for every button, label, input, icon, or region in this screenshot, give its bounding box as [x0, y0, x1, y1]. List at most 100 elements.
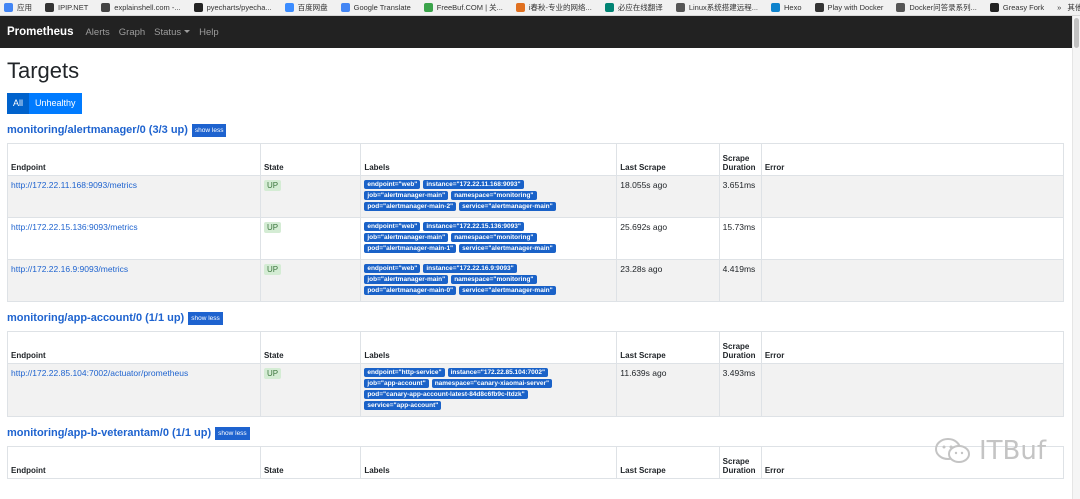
- nav-graph[interactable]: Graph: [119, 27, 145, 38]
- target-sections: monitoring/alertmanager/0 (3/3 up) show l…: [7, 123, 1065, 479]
- scrape-duration-cell: 4.419ms: [718, 259, 762, 302]
- label-badge: instance="172.22.16.9:9093": [423, 264, 517, 273]
- status-badge: UP: [263, 222, 282, 233]
- filter-unhealthy-button[interactable]: Unhealthy: [29, 93, 82, 114]
- github-icon: [193, 3, 203, 12]
- label-badge: endpoint="web": [364, 264, 421, 273]
- filter-all-button[interactable]: All: [7, 93, 30, 114]
- hexo-icon: [771, 3, 780, 12]
- other-bookmarks-folder[interactable]: 其他书签: [1067, 2, 1080, 13]
- baidu-icon: [284, 3, 294, 12]
- last-scrape-cell: 23.28s ago: [616, 259, 720, 302]
- endpoint-link[interactable]: http://172.22.85.104:7002/actuator/prome…: [11, 368, 188, 378]
- label-badge: service="app-account": [364, 401, 442, 410]
- column-header: Error: [760, 143, 1065, 176]
- bookmark-item[interactable]: IPIP.NET: [45, 3, 88, 12]
- nav-alerts[interactable]: Alerts: [85, 27, 109, 38]
- label-badge: service="alertmanager-main": [459, 244, 556, 253]
- endpoint-link[interactable]: http://172.22.15.136:9093/metrics: [11, 222, 138, 232]
- label-badge: namespace="monitoring": [451, 191, 537, 200]
- show-less-button[interactable]: show less: [215, 426, 250, 440]
- bookmark-item[interactable]: Greasy Fork: [989, 3, 1044, 12]
- last-scrape-cell: 18.055s ago: [616, 175, 720, 218]
- wechat-icon: [935, 438, 970, 463]
- show-less-button[interactable]: show less: [191, 123, 227, 137]
- labels-list: endpoint="http-service" instance="172.22.…: [364, 368, 604, 412]
- scrollbar-thumb[interactable]: [1074, 18, 1079, 48]
- bookmark-item[interactable]: Docker问答录系列...: [896, 2, 977, 13]
- show-less-button[interactable]: show less: [188, 311, 223, 325]
- label-badge: job="alertmanager-main": [364, 191, 449, 200]
- bookmark-item[interactable]: 百度网盘: [284, 2, 328, 13]
- labels-list: endpoint="web" instance="172.22.16.9:9093…: [364, 264, 604, 297]
- column-header: Endpoint: [7, 331, 261, 364]
- bookmark-label: explainshell.com -...: [114, 3, 181, 12]
- page-title: Targets: [7, 58, 80, 83]
- nav-status-dropdown[interactable]: Status: [154, 26, 191, 38]
- table-header-row: Endpoint State Labels Last Scrape Scrape Dur…: [7, 143, 1065, 176]
- column-header: Last Scrape: [616, 143, 720, 176]
- bookmark-label: Google Translate: [353, 3, 411, 12]
- section-title-link[interactable]: monitoring/app-account/0 (1/1 up): [7, 312, 184, 324]
- navbar: Prometheus Alerts Graph Status Help: [0, 16, 1080, 48]
- ichunqiu-icon: [515, 3, 525, 12]
- bookmark-label: 百度网盘: [297, 3, 328, 12]
- column-header: Endpoint: [7, 143, 261, 176]
- section-title-link[interactable]: monitoring/alertmanager/0 (3/3 up): [7, 124, 188, 136]
- bookmark-item[interactable]: 必应在线翻译: [604, 2, 663, 13]
- label-badge: instance="172.22.15.136:9093": [423, 222, 524, 231]
- brand-link[interactable]: Prometheus: [7, 26, 73, 38]
- table-row: http://172.22.11.168:9093/metrics UP endpo…: [7, 175, 1065, 218]
- label-badge: namespace="canary-xiaomai-server": [431, 379, 553, 388]
- bookmark-item[interactable]: 应用: [4, 2, 32, 13]
- bookmark-item[interactable]: i春秋-专业的网络...: [515, 2, 592, 13]
- status-badge: UP: [263, 180, 282, 191]
- greasyfork-icon: [989, 3, 999, 12]
- bookmark-label: i春秋-专业的网络...: [528, 3, 592, 12]
- bookmark-item[interactable]: FreeBuf.COM | 关...: [423, 2, 503, 13]
- column-header: Last Scrape: [616, 446, 720, 479]
- label-badge: namespace="monitoring": [451, 233, 537, 242]
- endpoint-link[interactable]: http://172.22.11.168:9093/metrics: [11, 180, 137, 190]
- column-header: Last Scrape: [616, 331, 720, 364]
- column-header: Endpoint: [7, 446, 261, 479]
- scrape-duration-cell: 3.651ms: [718, 175, 762, 218]
- last-scrape-cell: 11.639s ago: [616, 363, 720, 417]
- bookmark-item[interactable]: explainshell.com -...: [101, 3, 181, 12]
- error-cell: [760, 217, 1065, 260]
- section-header: monitoring/alertmanager/0 (3/3 up) show l…: [7, 123, 1064, 137]
- last-scrape-cell: 25.692s ago: [616, 217, 720, 260]
- bookmark-item[interactable]: pyecharts/pyecha...: [193, 3, 272, 12]
- targets-table: Endpoint State Labels Last Scrape Scrape Dur…: [7, 143, 1065, 302]
- label-badge: job="alertmanager-main": [364, 275, 449, 284]
- watermark-text: ITBuf: [979, 436, 1047, 466]
- nav-status-label: Status: [154, 26, 182, 38]
- bookmarks-more-button[interactable]: »: [1057, 3, 1061, 12]
- status-badge: UP: [263, 264, 282, 275]
- freebuf-icon: [423, 3, 433, 12]
- bookmark-item[interactable]: Play with Docker: [814, 3, 883, 12]
- doc-icon: [896, 3, 906, 12]
- endpoint-link[interactable]: http://172.22.16.9:9093/metrics: [11, 264, 128, 274]
- label-badge: service="alertmanager-main": [459, 202, 556, 211]
- linux-icon: [675, 3, 685, 12]
- bookmark-label: IPIP.NET: [58, 3, 89, 12]
- label-badge: endpoint="web": [364, 222, 421, 231]
- docker-icon: [814, 3, 824, 12]
- nav-help[interactable]: Help: [199, 27, 219, 38]
- chevron-down-icon: [184, 30, 191, 34]
- label-badge: instance="172.22.85.104:7002": [447, 368, 549, 377]
- label-badge: service="alertmanager-main": [459, 286, 556, 295]
- bookmark-item[interactable]: Linux系统搭建远程...: [675, 2, 758, 13]
- scrollbar[interactable]: [1072, 16, 1080, 499]
- labels-list: endpoint="web" instance="172.22.11.168:90…: [364, 180, 604, 213]
- section-title-link[interactable]: monitoring/app-b-veterantam/0 (1/1 up): [7, 427, 211, 439]
- column-header: Scrape Duration: [718, 446, 762, 479]
- labels-list: endpoint="web" instance="172.22.15.136:90…: [364, 222, 604, 255]
- bookmark-item[interactable]: Google Translate: [340, 3, 411, 12]
- section-header: monitoring/app-account/0 (1/1 up) show le…: [7, 311, 1064, 325]
- bookmark-label: Docker问答录系列...: [909, 3, 977, 12]
- ipip-icon: [45, 3, 54, 12]
- error-cell: [760, 259, 1065, 302]
- bookmark-item[interactable]: Hexo: [771, 3, 802, 12]
